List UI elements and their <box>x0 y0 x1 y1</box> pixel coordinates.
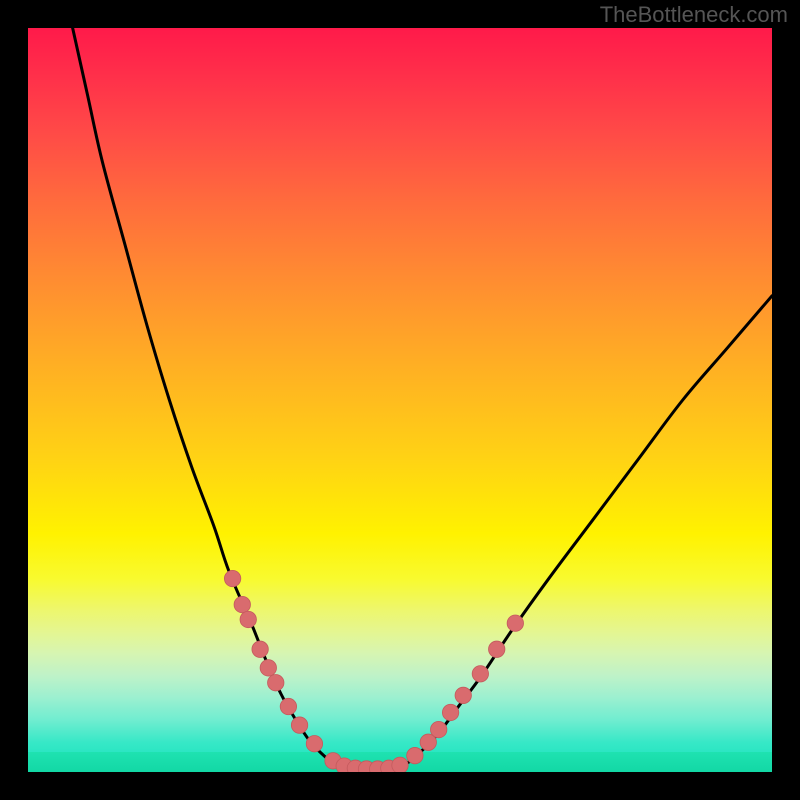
data-dot <box>224 570 240 586</box>
curve-layer <box>28 28 772 772</box>
data-dot <box>260 660 276 676</box>
data-dot <box>291 717 307 733</box>
data-dot <box>455 687 471 703</box>
data-dot <box>306 736 322 752</box>
data-dot <box>234 596 250 612</box>
data-dot <box>392 757 408 772</box>
data-dot <box>268 675 284 691</box>
data-dot <box>240 611 256 627</box>
data-dot <box>472 666 488 682</box>
watermark-text: TheBottleneck.com <box>600 2 788 28</box>
data-dot <box>280 698 296 714</box>
v-curve <box>73 28 772 771</box>
plot-area <box>28 28 772 772</box>
data-dot <box>252 641 268 657</box>
data-dot <box>489 641 505 657</box>
data-dot <box>507 615 523 631</box>
data-dot <box>430 721 446 737</box>
data-dot <box>442 704 458 720</box>
data-dot <box>407 747 423 763</box>
chart-container: TheBottleneck.com <box>0 0 800 800</box>
